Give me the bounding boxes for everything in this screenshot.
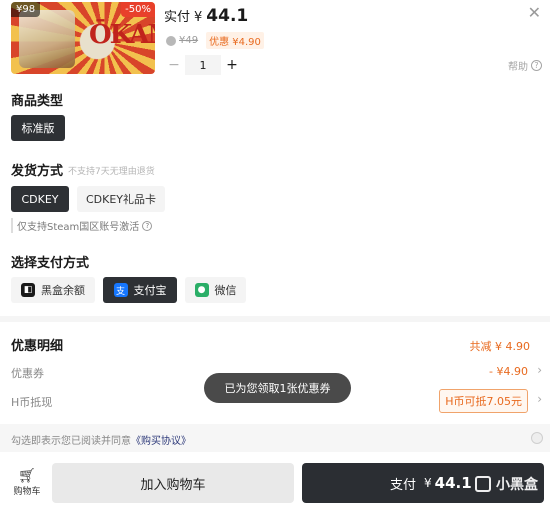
agreement-checkbox[interactable] <box>531 432 543 444</box>
cart-button[interactable]: 🛒︎ 购物车 <box>9 468 45 497</box>
edition-title: 商品类型 <box>11 94 64 109</box>
watermark-text: 小黑盒 <box>496 477 538 493</box>
cart-label: 购物车 <box>13 487 41 497</box>
question-icon[interactable]: ? <box>142 220 153 231</box>
alipay-icon: 支 <box>113 283 128 297</box>
discount-badge: -50% <box>121 2 155 17</box>
delivery-hint-text: 仅支持Steam国区账号激活 <box>17 222 140 233</box>
price-sub-row: ¥49 优惠 ¥4.90 <box>166 32 264 49</box>
close-icon[interactable]: ✕ <box>528 3 541 22</box>
agreement-text: 勾选即表示您已阅读并同意《购买协议》 <box>11 432 191 447</box>
payment-option-wechat[interactable]: ● 微信 <box>185 277 246 303</box>
plus-button[interactable]: + <box>222 55 242 75</box>
payment-label: 黑盒余额 <box>41 284 85 297</box>
details-title: 优惠明细 <box>11 339 64 354</box>
agreement-prefix: 勾选即表示您已阅读并同意 <box>11 436 131 447</box>
currency: ¥ <box>194 10 203 25</box>
quantity-stepper: − 1 + <box>164 55 242 75</box>
agreement-link[interactable]: 《购买协议》 <box>131 436 191 447</box>
original-price-text: ¥49 <box>179 35 199 46</box>
chevron-right-icon[interactable]: › <box>537 363 542 377</box>
pay-currency: ¥ <box>424 476 432 490</box>
cart-icon: 🛒︎ <box>18 468 36 484</box>
section-divider <box>0 316 550 322</box>
promo-tag: 优惠 ¥4.90 <box>206 32 264 49</box>
minus-button[interactable]: − <box>164 55 184 75</box>
payment-label: 支付宝 <box>133 284 167 297</box>
heihe-icon: ◧ <box>21 283 35 297</box>
delivery-option-gift-card[interactable]: CDKEY礼品卡 <box>77 186 165 212</box>
payment-option-heihe[interactable]: ◧ 黑盒余额 <box>11 277 95 303</box>
coupon-value[interactable]: - ¥4.90 <box>489 365 528 378</box>
delivery-note: 不支持7天无理由退货 <box>68 167 155 177</box>
details-total: 共减 ¥ 4.90 <box>469 340 530 353</box>
help-label: 帮助 <box>508 62 528 73</box>
add-to-cart-button[interactable]: 加入购物车 <box>52 463 294 503</box>
price-row: 实付 ¥ 44.1 <box>164 6 248 26</box>
toast-message: 已为您领取1张优惠券 <box>204 373 351 403</box>
wechat-icon: ● <box>194 283 209 297</box>
price-value: 44.1 <box>206 6 249 26</box>
chevron-right-icon[interactable]: › <box>537 392 542 406</box>
badge-price: ¥98 <box>11 2 41 17</box>
quantity-value[interactable]: 1 <box>185 55 221 75</box>
edition-option-standard[interactable]: 标准版 <box>11 115 65 141</box>
hcoin-label: H币抵现 <box>11 396 53 409</box>
cover-art <box>19 10 75 68</box>
price-label: 实付 <box>164 10 191 25</box>
game-logo: ŌKAMI <box>89 20 155 50</box>
help-link[interactable]: 帮助 ? <box>508 58 542 73</box>
question-icon: ? <box>531 60 542 71</box>
original-price: ¥49 <box>166 35 198 46</box>
pay-amount: 44.1 <box>434 474 472 492</box>
hcoin-value[interactable]: H币可抵7.05元 <box>439 389 528 413</box>
payment-label: 微信 <box>214 284 237 297</box>
payment-option-alipay[interactable]: 支 支付宝 <box>103 277 177 303</box>
delivery-option-cdkey[interactable]: CDKEY <box>11 186 69 212</box>
coin-icon <box>166 35 176 46</box>
heihe-logo-icon <box>475 476 491 492</box>
coupon-label: 优惠券 <box>11 367 44 380</box>
pay-label: 支付 <box>390 477 417 493</box>
delivery-title: 发货方式 <box>11 164 64 179</box>
product-thumbnail[interactable]: ŌKAMI ¥98 -50% <box>11 2 155 74</box>
delivery-hint: 仅支持Steam国区账号激活 ? <box>11 218 153 233</box>
watermark: 小黑盒 <box>475 474 538 494</box>
payment-title: 选择支付方式 <box>11 256 90 271</box>
